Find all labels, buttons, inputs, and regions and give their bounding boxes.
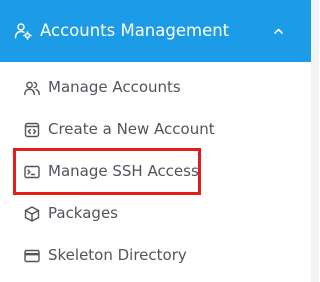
menu-item-manage-accounts[interactable]: Manage Accounts	[0, 68, 311, 108]
chevron-up-icon[interactable]	[272, 25, 285, 37]
highlight-box	[13, 148, 201, 195]
users-cog-icon	[14, 22, 32, 40]
menu-item-label: Manage Accounts	[48, 78, 181, 96]
menu-item-skeleton-directory[interactable]: Skeleton Directory	[0, 236, 311, 276]
menu-item-label: Create a New Account	[48, 120, 215, 138]
users-icon	[24, 80, 40, 96]
accounts-management-header[interactable]: Accounts Management	[0, 0, 311, 62]
menu-item-packages[interactable]: Packages	[0, 194, 311, 234]
directory-card-icon	[24, 248, 40, 264]
package-box-icon	[24, 206, 40, 222]
menu-item-label: Packages	[48, 204, 118, 222]
sidebar-panel: Accounts Management Manage Accounts Crea…	[0, 0, 319, 282]
menu-item-create-new-account[interactable]: Create a New Account	[0, 110, 311, 150]
header-title: Accounts Management	[40, 21, 230, 40]
menu-item-label: Skeleton Directory	[48, 246, 187, 264]
scrollbar-track	[311, 0, 319, 282]
user-window-icon	[24, 122, 40, 138]
